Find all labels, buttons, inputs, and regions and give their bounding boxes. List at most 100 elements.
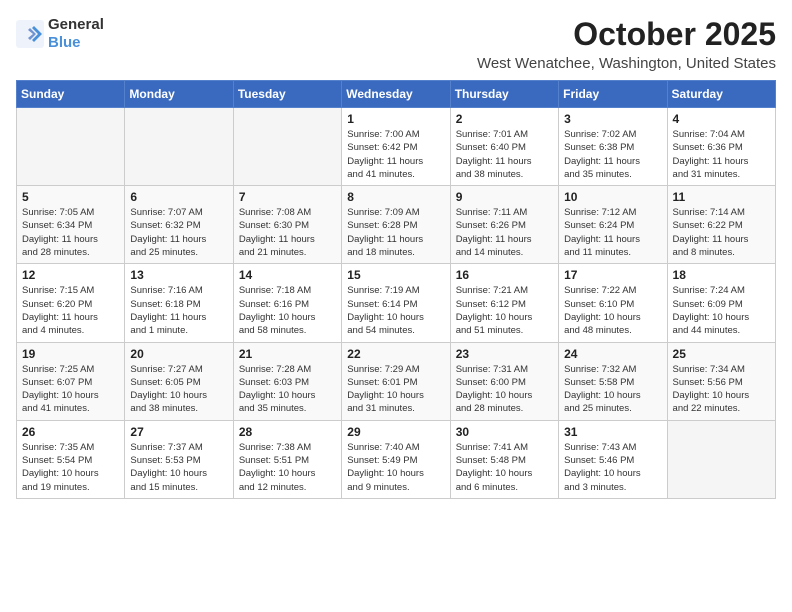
day-info: Sunrise: 7:37 AM Sunset: 5:53 PM Dayligh… [130, 441, 227, 494]
logo-blue: Blue [48, 34, 81, 51]
logo-general: General [48, 16, 104, 33]
day-info: Sunrise: 7:01 AM Sunset: 6:40 PM Dayligh… [456, 128, 553, 181]
day-info: Sunrise: 7:31 AM Sunset: 6:00 PM Dayligh… [456, 363, 553, 416]
calendar-cell: 10 Sunrise: 7:12 AM Sunset: 6:24 PM Dayli… [559, 186, 667, 264]
day-number: 29 [347, 425, 444, 439]
day-number: 27 [130, 425, 227, 439]
day-header-thursday: Thursday [450, 81, 558, 108]
calendar-cell [17, 108, 125, 186]
day-info: Sunrise: 7:41 AM Sunset: 5:48 PM Dayligh… [456, 441, 553, 494]
day-number: 26 [22, 425, 119, 439]
day-info: Sunrise: 7:25 AM Sunset: 6:07 PM Dayligh… [22, 363, 119, 416]
day-number: 20 [130, 347, 227, 361]
calendar-cell: 8Sunrise: 7:09 AM Sunset: 6:28 PM Daylig… [342, 186, 450, 264]
calendar-cell [667, 420, 775, 498]
calendar-cell: 19Sunrise: 7:25 AM Sunset: 6:07 PM Dayli… [17, 342, 125, 420]
day-number: 16 [456, 268, 553, 282]
day-info: Sunrise: 7:08 AM Sunset: 6:30 PM Dayligh… [239, 206, 336, 259]
day-number: 6 [130, 190, 227, 204]
day-info: Sunrise: 7:40 AM Sunset: 5:49 PM Dayligh… [347, 441, 444, 494]
calendar-body: 1 Sunrise: 7:00 AM Sunset: 6:42 PM Daylig… [17, 108, 776, 499]
logo-icon [16, 20, 44, 48]
calendar-cell: 28Sunrise: 7:38 AM Sunset: 5:51 PM Dayli… [233, 420, 341, 498]
calendar-header: SundayMondayTuesdayWednesdayThursdayFrid… [17, 81, 776, 108]
day-number: 11 [673, 190, 770, 204]
day-info: Sunrise: 7:32 AM Sunset: 5:58 PM Dayligh… [564, 363, 661, 416]
day-number: 1 [347, 112, 444, 126]
day-number: 2 [456, 112, 553, 126]
calendar-cell: 17 Sunrise: 7:22 AM Sunset: 6:10 PM Dayli… [559, 264, 667, 342]
calendar-cell: 1 Sunrise: 7:00 AM Sunset: 6:42 PM Daylig… [342, 108, 450, 186]
day-info: Sunrise: 7:18 AM Sunset: 6:16 PM Dayligh… [239, 284, 336, 337]
week-row-4: 19Sunrise: 7:25 AM Sunset: 6:07 PM Dayli… [17, 342, 776, 420]
day-info: Sunrise: 7:24 AM Sunset: 6:09 PM Dayligh… [673, 284, 770, 337]
calendar-cell: 6Sunrise: 7:07 AM Sunset: 6:32 PM Daylig… [125, 186, 233, 264]
day-info: Sunrise: 7:02 AM Sunset: 6:38 PM Dayligh… [564, 128, 661, 181]
day-info: Sunrise: 7:04 AM Sunset: 6:36 PM Dayligh… [673, 128, 770, 181]
day-header-tuesday: Tuesday [233, 81, 341, 108]
calendar-cell: 15Sunrise: 7:19 AM Sunset: 6:14 PM Dayli… [342, 264, 450, 342]
day-number: 22 [347, 347, 444, 361]
day-info: Sunrise: 7:34 AM Sunset: 5:56 PM Dayligh… [673, 363, 770, 416]
day-number: 23 [456, 347, 553, 361]
day-header-friday: Friday [559, 81, 667, 108]
day-info: Sunrise: 7:15 AM Sunset: 6:20 PM Dayligh… [22, 284, 119, 337]
day-number: 3 [564, 112, 661, 126]
calendar-cell: 9Sunrise: 7:11 AM Sunset: 6:26 PM Daylig… [450, 186, 558, 264]
calendar-cell: 23 Sunrise: 7:31 AM Sunset: 6:00 PM Dayli… [450, 342, 558, 420]
calendar-cell: 31 Sunrise: 7:43 AM Sunset: 5:46 PM Dayli… [559, 420, 667, 498]
day-number: 31 [564, 425, 661, 439]
week-row-2: 5Sunrise: 7:05 AM Sunset: 6:34 PM Daylig… [17, 186, 776, 264]
day-number: 24 [564, 347, 661, 361]
day-number: 25 [673, 347, 770, 361]
calendar-cell: 20Sunrise: 7:27 AM Sunset: 6:05 PM Dayli… [125, 342, 233, 420]
calendar-table: SundayMondayTuesdayWednesdayThursdayFrid… [16, 80, 776, 499]
day-number: 13 [130, 268, 227, 282]
calendar-cell [125, 108, 233, 186]
calendar-cell: 22 Sunrise: 7:29 AM Sunset: 6:01 PM Dayli… [342, 342, 450, 420]
day-number: 4 [673, 112, 770, 126]
day-number: 15 [347, 268, 444, 282]
day-number: 21 [239, 347, 336, 361]
calendar-cell: 4 Sunrise: 7:04 AM Sunset: 6:36 PM Daylig… [667, 108, 775, 186]
page-header: General Blue October 2025 West Wenatchee… [16, 16, 776, 72]
day-number: 7 [239, 190, 336, 204]
day-number: 12 [22, 268, 119, 282]
calendar-cell: 21 Sunrise: 7:28 AM Sunset: 6:03 PM Dayli… [233, 342, 341, 420]
calendar-cell: 29 Sunrise: 7:40 AM Sunset: 5:49 PM Dayli… [342, 420, 450, 498]
header-row: SundayMondayTuesdayWednesdayThursdayFrid… [17, 81, 776, 108]
calendar-cell: 3 Sunrise: 7:02 AM Sunset: 6:38 PM Daylig… [559, 108, 667, 186]
day-number: 18 [673, 268, 770, 282]
day-info: Sunrise: 7:29 AM Sunset: 6:01 PM Dayligh… [347, 363, 444, 416]
calendar-cell: 27 Sunrise: 7:37 AM Sunset: 5:53 PM Dayli… [125, 420, 233, 498]
day-info: Sunrise: 7:22 AM Sunset: 6:10 PM Dayligh… [564, 284, 661, 337]
location-title: West Wenatchee, Washington, United State… [477, 55, 776, 72]
title-area: October 2025 West Wenatchee, Washington,… [477, 16, 776, 72]
day-header-saturday: Saturday [667, 81, 775, 108]
calendar-cell: 11Sunrise: 7:14 AM Sunset: 6:22 PM Dayli… [667, 186, 775, 264]
day-number: 17 [564, 268, 661, 282]
day-header-monday: Monday [125, 81, 233, 108]
week-row-3: 12 Sunrise: 7:15 AM Sunset: 6:20 PM Dayli… [17, 264, 776, 342]
day-info: Sunrise: 7:09 AM Sunset: 6:28 PM Dayligh… [347, 206, 444, 259]
calendar-cell: 26Sunrise: 7:35 AM Sunset: 5:54 PM Dayli… [17, 420, 125, 498]
calendar-cell: 30Sunrise: 7:41 AM Sunset: 5:48 PM Dayli… [450, 420, 558, 498]
day-info: Sunrise: 7:12 AM Sunset: 6:24 PM Dayligh… [564, 206, 661, 259]
day-number: 28 [239, 425, 336, 439]
day-header-sunday: Sunday [17, 81, 125, 108]
calendar-cell: 2 Sunrise: 7:01 AM Sunset: 6:40 PM Daylig… [450, 108, 558, 186]
day-info: Sunrise: 7:43 AM Sunset: 5:46 PM Dayligh… [564, 441, 661, 494]
day-number: 5 [22, 190, 119, 204]
month-title: October 2025 [477, 16, 776, 53]
day-info: Sunrise: 7:28 AM Sunset: 6:03 PM Dayligh… [239, 363, 336, 416]
day-number: 10 [564, 190, 661, 204]
day-info: Sunrise: 7:16 AM Sunset: 6:18 PM Dayligh… [130, 284, 227, 337]
day-number: 9 [456, 190, 553, 204]
calendar-cell: 13 Sunrise: 7:16 AM Sunset: 6:18 PM Dayli… [125, 264, 233, 342]
calendar-cell: 16 Sunrise: 7:21 AM Sunset: 6:12 PM Dayli… [450, 264, 558, 342]
day-info: Sunrise: 7:00 AM Sunset: 6:42 PM Dayligh… [347, 128, 444, 181]
calendar-cell: 18 Sunrise: 7:24 AM Sunset: 6:09 PM Dayli… [667, 264, 775, 342]
day-info: Sunrise: 7:21 AM Sunset: 6:12 PM Dayligh… [456, 284, 553, 337]
calendar-cell: 14Sunrise: 7:18 AM Sunset: 6:16 PM Dayli… [233, 264, 341, 342]
logo-text: General Blue [48, 16, 104, 52]
